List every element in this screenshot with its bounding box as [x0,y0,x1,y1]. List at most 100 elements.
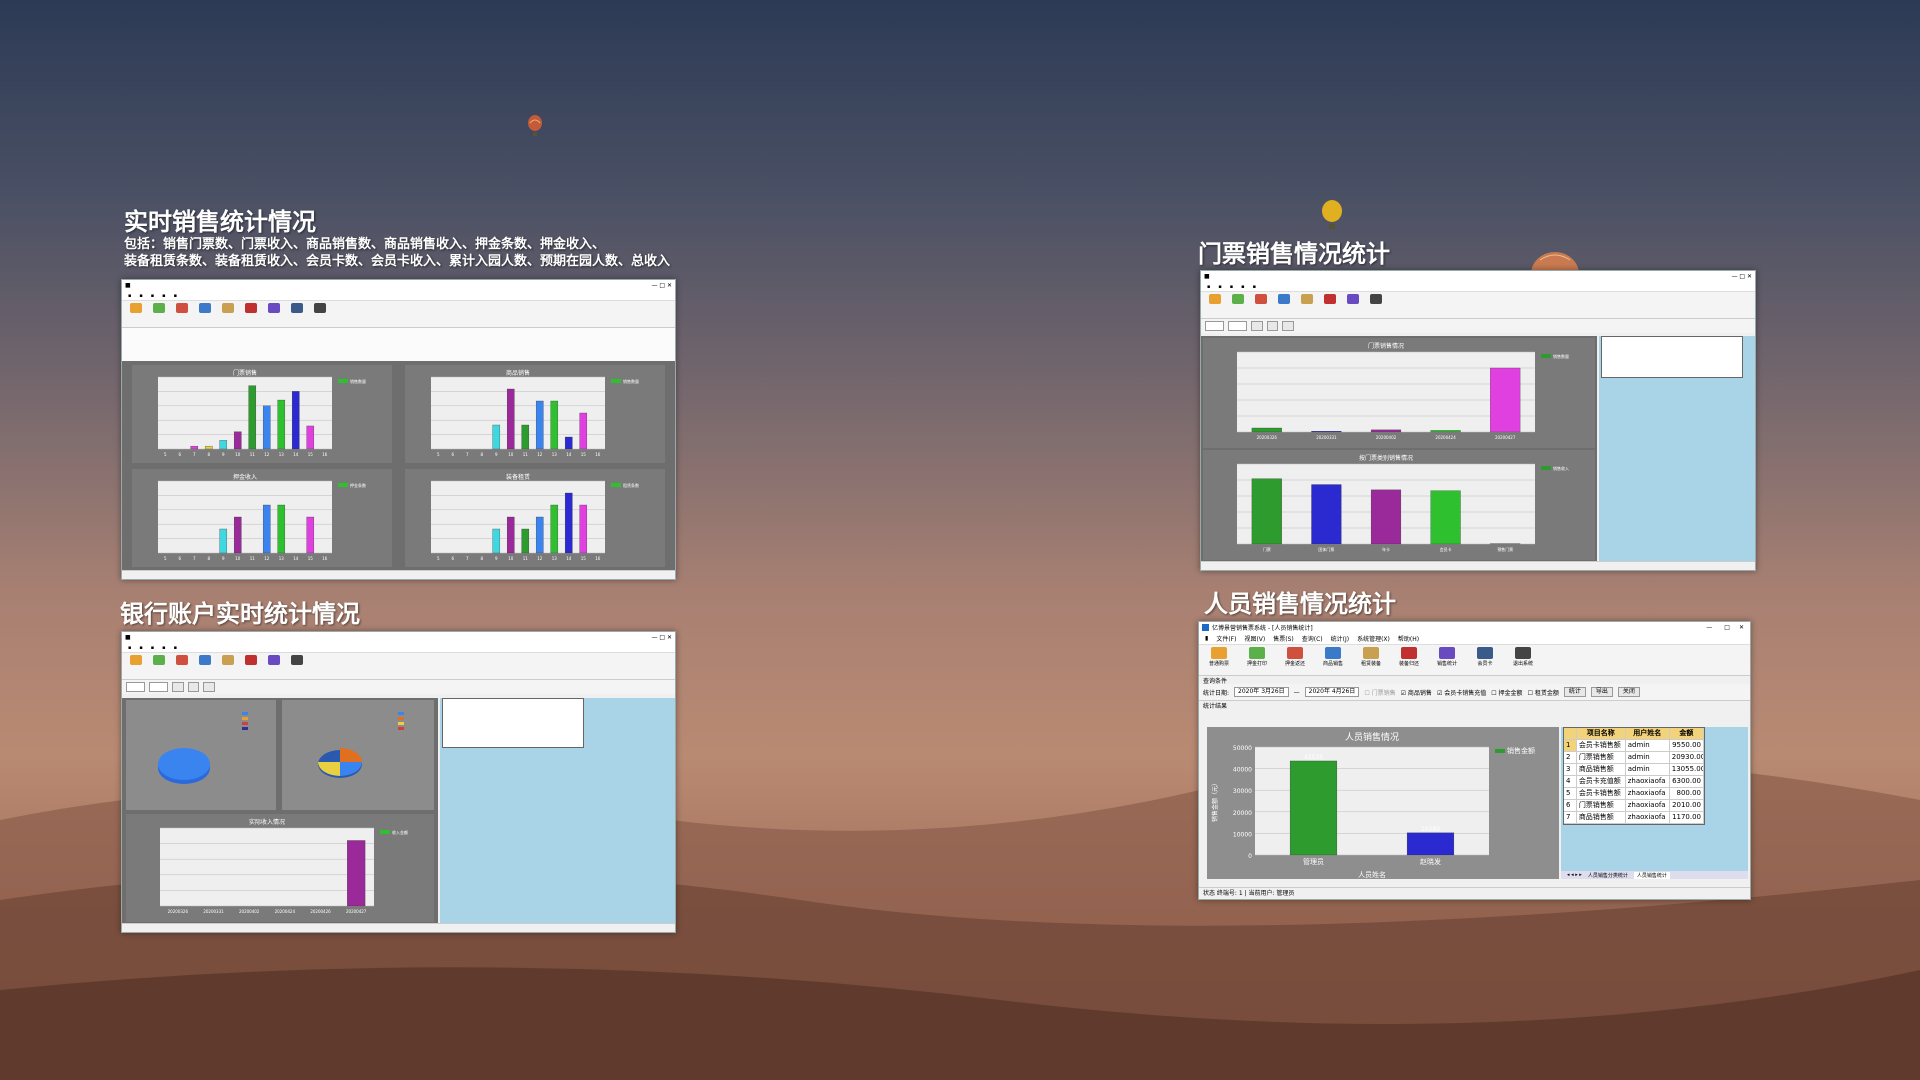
toolbar-btn[interactable] [287,655,307,677]
chk-card[interactable]: ☑ 会员卡销售充值 [1437,688,1486,697]
toolbar-deposit-print-button[interactable]: 押金打印 [1241,647,1273,673]
x-tick-label: 12 [264,556,270,561]
col-user[interactable]: 用户姓名 [1626,728,1670,739]
toolbar-ticket-button[interactable]: 普通购票 [1203,647,1235,673]
chart-title: 押金收入 [233,473,257,481]
toolbar-btn[interactable] [264,303,284,325]
x-tick-label: 11 [523,556,529,561]
toolbar-btn[interactable] [126,655,146,677]
toolbar-rent-button[interactable]: 租赁装备 [1355,647,1387,673]
table-row[interactable]: 7 商品销售额 zhaoxiaofa 1170.00 [1564,812,1705,824]
chk-rent[interactable]: ☐ 租赁金额 [1528,688,1559,697]
toolbar-member-card-button[interactable]: 会员卡 [1469,647,1501,673]
col-item[interactable]: 项目名称 [1577,728,1626,739]
col-amount[interactable]: 金额 [1670,728,1705,739]
close-button[interactable]: ✕ [1739,624,1744,631]
toolbar-sales-stat-button[interactable]: 销售统计 [1431,647,1463,673]
rent-icon [1363,647,1379,659]
toolbar-exit-button[interactable]: 退出系统 [1507,647,1539,673]
bar [579,504,588,554]
date-to-picker[interactable]: 2020年 4月26日 [1304,687,1360,697]
chart-goods-sales: 商品销售 5 6 7 8 9 10 11 12 13 14 15 16 销售数量 [405,365,665,463]
x-tick-label: 管理员 [1303,857,1324,866]
toolbar-btn[interactable] [264,655,284,677]
chk-deposit[interactable]: ☐ 押金金额 [1491,688,1522,697]
toolbar-btn[interactable] [1343,294,1363,316]
toolbar-equip-return-button[interactable]: 装备归还 [1393,647,1425,673]
x-tick-label: 11 [250,556,256,561]
x-tick-label: 13 [552,556,558,561]
tab-staff-category[interactable]: 人员销售分类统计 [1588,872,1628,879]
close-query-button[interactable]: 关闭 [1617,687,1640,697]
toolbar-btn[interactable] [195,303,215,325]
toolbar-goods-button[interactable]: 商品销售 [1317,647,1349,673]
table-row[interactable]: 2 门票销售额 admin 20930.00 [1564,752,1705,764]
table-row[interactable]: 5 会员卡销售额 zhaoxiaofa 800.00 [1564,788,1705,800]
minimize-button[interactable]: — [1706,624,1712,631]
chk-goods[interactable]: ☑ 商品销售 [1401,688,1432,697]
bar [1406,832,1455,856]
menu-ticket[interactable]: 售票(S) [1273,634,1294,643]
toolbar-btn[interactable] [287,303,307,325]
bar [521,424,530,450]
toolbar-btn[interactable] [1274,294,1294,316]
bar [1490,367,1521,433]
staff-title: 人员销售情况统计 [1204,590,1396,618]
x-tick-label: 13 [279,452,285,457]
bar [262,405,271,450]
menu-stat[interactable]: 统计(J) [1331,634,1349,643]
toolbar-btn[interactable] [241,655,261,677]
menu-view[interactable]: 视图(V) [1244,634,1265,643]
x-tick-label: 8 [207,556,210,561]
chart-title: 门票销售 [233,369,257,377]
bank-window: ■ — □ ✕ ▪ ▪ ▪ ▪ ▪ 实际收入情况 20200326 20200331 20200… [121,631,676,933]
menu-file[interactable]: 文件(F) [1216,634,1236,643]
toolbar-btn[interactable] [172,655,192,677]
window-title: 亿博景营销售票系统 - [人员销售统计] [1212,625,1313,632]
toolbar-btn[interactable] [126,303,146,325]
toolbar-btn[interactable] [241,303,261,325]
chk-ticket[interactable]: ☐ 门票销售 [1364,688,1395,697]
x-tick-label: 8 [207,452,210,457]
x-tick-label: 7 [193,556,196,561]
data-label: 43535 [1304,754,1323,761]
toolbar-btn[interactable] [149,655,169,677]
table-row[interactable]: 1 会员卡销售额 admin 9550.00 [1564,740,1705,752]
bar [1311,484,1342,545]
toolbar-btn[interactable] [1366,294,1386,316]
date-from-picker[interactable]: 2020年 3月26日 [1234,687,1289,697]
toolbar-btn[interactable] [149,303,169,325]
toolbar-btn[interactable] [172,303,192,325]
x-tick-label: 20200427 [1495,435,1516,440]
window-controls[interactable]: — □ ✕ [651,634,672,641]
toolbar-btn[interactable] [218,655,238,677]
menu-bar[interactable]: ▪ ▪ ▪ ▪ ▪ [122,291,675,301]
maximize-button[interactable]: □ [1724,624,1730,631]
toolbar-deposit-return-button[interactable]: 押金返还 [1279,647,1311,673]
table-row[interactable]: 4 会员卡充值额 zhaoxiaofa 6300.00 [1564,776,1705,788]
chart-actual-income: 实际收入情况 20200326 20200331 20200402 20200424 20… [126,814,434,922]
table-row[interactable]: 6 门票销售额 zhaoxiaofa 2010.00 [1564,800,1705,812]
export-button[interactable]: 导出 [1590,687,1613,697]
sheet-nav[interactable]: ◂ ◂ ▸ ▸ [1567,872,1582,878]
window-controls[interactable]: — □ ✕ [651,282,672,289]
toolbar-btn[interactable] [1228,294,1248,316]
menu-system[interactable]: 系统管理(X) [1357,634,1390,643]
toolbar-btn[interactable] [1251,294,1271,316]
bar [1370,489,1402,545]
toolbar-btn[interactable] [195,655,215,677]
chart-title: 门票销售情况 [1368,342,1404,350]
tab-staff-sales[interactable]: 人员销售统计 [1633,871,1670,879]
menu-help[interactable]: 帮助(H) [1398,634,1419,643]
stat-button[interactable]: 统计 [1563,687,1586,697]
menu-query[interactable]: 查询(C) [1302,634,1323,643]
toolbar-btn[interactable] [1297,294,1317,316]
window-controls[interactable]: — □ ✕ [1731,273,1752,280]
table-row[interactable]: 3 商品销售额 admin 13055.00 [1564,764,1705,776]
menu-bar[interactable]: ▪ ▪ ▪ ▪ ▪ [1201,282,1755,292]
toolbar-btn[interactable] [1320,294,1340,316]
toolbar-btn[interactable] [218,303,238,325]
toolbar-btn[interactable] [310,303,330,325]
toolbar-btn[interactable] [1205,294,1225,316]
menu-bar[interactable]: ▪ ▪ ▪ ▪ ▪ [122,643,675,653]
